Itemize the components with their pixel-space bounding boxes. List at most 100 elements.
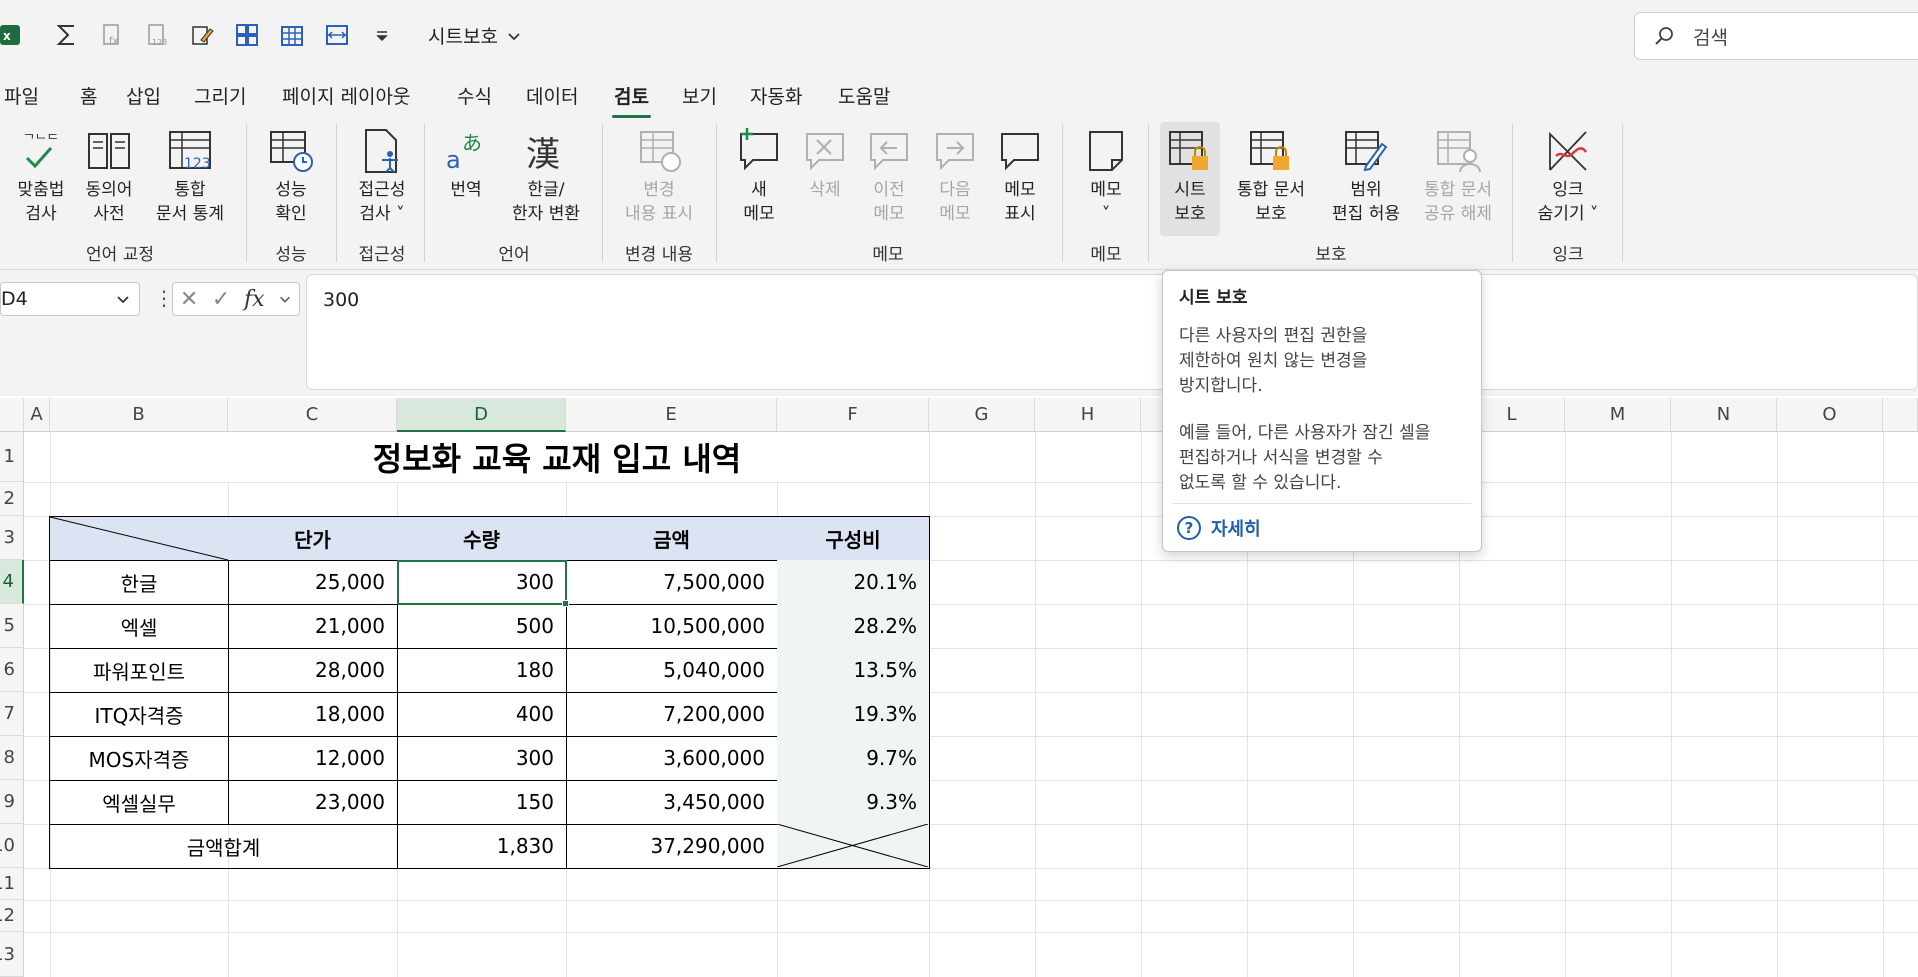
row-header[interactable]: 13 [0,932,24,977]
header-cell-ratio[interactable]: 구성비 [777,516,930,561]
table-insert-icon[interactable] [275,18,309,52]
thesaurus-button[interactable]: 동의어 사전 [76,124,142,226]
show-comments-button[interactable]: 메모 표시 [990,124,1050,226]
row-header[interactable]: 12 [0,900,24,932]
delete-comment-button[interactable]: 삭제 [796,124,854,202]
column-header[interactable]: A [24,398,50,432]
table-cell[interactable]: 12,000 [228,736,398,781]
workbook-statistics-button[interactable]: 123 통합 문서 통계 [148,124,232,226]
enter-icon[interactable]: ✓ [212,287,230,312]
row-header[interactable]: 5 [0,604,24,648]
table-cell[interactable]: 파워포인트 [49,648,229,693]
allow-edit-ranges-button[interactable]: 범위 편집 허용 [1322,124,1410,226]
autosum-icon[interactable] [50,18,84,52]
header-cell-amount[interactable]: 금액 [566,516,778,561]
notes-button[interactable]: 메모 ˅ [1076,124,1136,226]
table-cell[interactable]: 28.2% [777,604,930,649]
diagonal-header-cell[interactable] [49,516,229,561]
table-cell[interactable]: 21,000 [228,604,398,649]
total-label-cell[interactable]: 금액합계 [49,824,398,869]
hangul-hanja-button[interactable]: 漢 한글/ 한자 변환 [500,124,592,226]
table-cell[interactable]: 3,600,000 [566,736,778,781]
search-box[interactable]: 검색 [1634,12,1918,60]
customize-qat-icon[interactable] [365,18,399,52]
tab-formulas[interactable]: 수식 [457,82,492,109]
table-cell[interactable]: 19.3% [777,692,930,737]
table-cell[interactable]: 300 [397,736,567,781]
table-cell[interactable]: 23,000 [228,780,398,825]
table-cell[interactable]: 400 [397,692,567,737]
table-cell[interactable]: 25,000 [228,560,398,605]
previous-comment-button[interactable]: 이전 메모 [860,124,918,226]
tab-draw[interactable]: 그리기 [194,82,246,109]
table-cell[interactable]: MOS자격증 [49,736,229,781]
row-header[interactable]: 11 [0,868,24,900]
table-cell[interactable]: 13.5% [777,648,930,693]
column-header[interactable]: N [1671,398,1777,432]
column-header[interactable]: M [1565,398,1671,432]
insert-function-icon[interactable]: fx [95,18,129,52]
table-cell[interactable]: 28,000 [228,648,398,693]
column-header[interactable]: E [566,398,777,432]
more-options-icon[interactable]: ⋮ [154,286,174,310]
check-performance-button[interactable]: 성능 확인 [258,124,324,226]
spelling-button[interactable]: ᄀᄂᄃ 맞춤법 검사 [8,124,74,226]
freeze-panes-icon[interactable] [320,18,354,52]
column-header[interactable]: O [1777,398,1883,432]
row-header[interactable]: 10 [0,824,24,868]
next-comment-button[interactable]: 다음 메모 [926,124,984,226]
sheet-title[interactable]: 정보화 교육 교재 입고 내역 [186,432,928,482]
protect-sheet-button[interactable]: 시트 보호 [1160,122,1220,236]
table-cell[interactable]: 10,500,000 [566,604,778,649]
row-header[interactable]: 6 [0,648,24,692]
translate-button[interactable]: aあ 번역 [436,124,496,202]
column-header[interactable]: F [777,398,929,432]
fill-handle[interactable] [562,600,569,607]
row-header[interactable]: 4 [0,560,24,604]
table-cell[interactable]: 150 [397,780,567,825]
number-format-icon[interactable]: 123 [140,18,174,52]
tell-me-more-link[interactable]: ? 자세히 [1177,515,1261,541]
column-header[interactable]: G [929,398,1035,432]
worksheet-grid[interactable]: A B C D E F G H L M N O 1 2 3 4 5 6 7 8 … [0,398,1918,977]
active-cell[interactable]: 300 [397,560,567,605]
column-header[interactable] [1883,398,1918,432]
new-comment-button[interactable]: 새 메모 [726,124,792,226]
insert-function-icon[interactable]: fx [244,287,265,312]
cancel-icon[interactable]: ✕ [180,287,198,312]
table-cell[interactable]: 500 [397,604,567,649]
row-header[interactable]: 7 [0,692,24,736]
formula-input[interactable]: 300 [306,274,1918,390]
table-cell[interactable]: 20.1% [777,560,930,605]
total-quantity-cell[interactable]: 1,830 [397,824,567,869]
table-cell[interactable]: 엑셀 [49,604,229,649]
column-header[interactable]: D [397,398,566,432]
row-header[interactable]: 1 [0,432,24,482]
clipboard-edit-icon[interactable] [185,18,219,52]
row-header[interactable]: 3 [0,516,24,560]
grid-view-icon[interactable] [230,18,264,52]
table-cell[interactable]: 18,000 [228,692,398,737]
row-header[interactable]: 8 [0,736,24,780]
tab-page-layout[interactable]: 페이지 레이아웃 [282,82,410,109]
tab-data[interactable]: 데이터 [526,82,578,109]
name-box[interactable]: D4 [0,282,140,316]
table-cell[interactable]: 7,500,000 [566,560,778,605]
table-cell[interactable]: 한글 [49,560,229,605]
column-header[interactable]: B [50,398,228,432]
tab-file[interactable]: 파일 [4,82,39,109]
show-changes-button[interactable]: 변경 내용 표시 [612,124,706,226]
header-cell-quantity[interactable]: 수량 [397,516,567,561]
select-all-corner[interactable] [0,398,24,432]
total-amount-cell[interactable]: 37,290,000 [566,824,778,869]
hide-ink-button[interactable]: 잉크 숨기기 ˅ [1526,124,1610,226]
crossed-cell[interactable] [777,824,930,869]
table-cell[interactable]: ITQ자격증 [49,692,229,737]
unshare-workbook-button[interactable]: 통합 문서 공유 해제 [1414,124,1502,226]
table-cell[interactable]: 9.3% [777,780,930,825]
table-cell[interactable]: 3,450,000 [566,780,778,825]
table-cell[interactable]: 5,040,000 [566,648,778,693]
table-cell[interactable]: 엑셀실무 [49,780,229,825]
protect-workbook-button[interactable]: 통합 문서 보호 [1228,124,1314,226]
tab-help[interactable]: 도움말 [838,82,890,109]
